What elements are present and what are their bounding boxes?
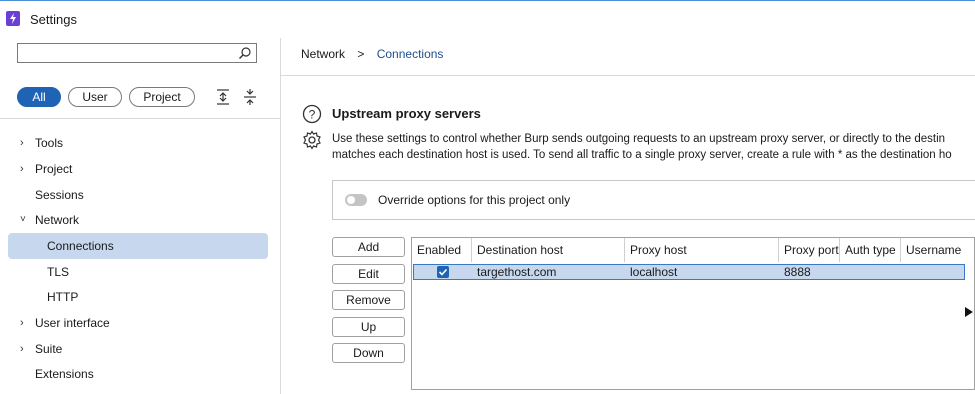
column-header-destination-host[interactable]: Destination host <box>472 238 625 262</box>
search-input[interactable] <box>17 43 257 63</box>
sidebar-item-label: Suite <box>35 342 63 356</box>
section-title: Upstream proxy servers <box>332 106 481 121</box>
sidebar-item-http[interactable]: HTTP <box>0 284 280 310</box>
expand-all-icon[interactable] <box>215 88 231 106</box>
chevron-right-icon: › <box>20 137 24 149</box>
burp-logo-icon <box>6 11 20 26</box>
section-description-line: matches each destination host is used. T… <box>332 149 952 161</box>
enabled-checkbox[interactable] <box>437 266 449 278</box>
gear-icon[interactable] <box>302 130 322 150</box>
breadcrumb: Network > Connections <box>301 47 443 61</box>
title-bar: Settings <box>0 0 975 38</box>
column-header-enabled[interactable]: Enabled <box>412 238 472 262</box>
sidebar-item-label: User interface <box>35 316 110 330</box>
sidebar-item-label: Extensions <box>35 367 94 381</box>
sidebar-separator <box>0 118 280 119</box>
breadcrumb-parent[interactable]: Network <box>301 47 345 61</box>
up-button[interactable]: Up <box>332 317 405 337</box>
override-label: Override options for this project only <box>378 193 571 207</box>
sidebar-item-label: TLS <box>47 265 70 279</box>
down-button[interactable]: Down <box>332 343 405 363</box>
column-header-username[interactable]: Username <box>901 238 974 262</box>
sidebar-item-network[interactable]: ˅ Network <box>0 207 280 233</box>
column-header-auth-type[interactable]: Auth type <box>840 238 901 262</box>
chevron-down-icon: ˅ <box>20 214 26 225</box>
sidebar-item-label: Project <box>35 162 73 176</box>
sidebar-item-tls[interactable]: TLS <box>0 259 280 285</box>
column-header-proxy-host[interactable]: Proxy host <box>625 238 779 262</box>
header-separator <box>281 75 975 76</box>
search-icon[interactable] <box>238 46 252 60</box>
add-button[interactable]: Add <box>332 237 405 257</box>
breadcrumb-current: Connections <box>376 47 444 61</box>
chevron-right-icon: › <box>20 317 24 329</box>
sidebar-item-label: Tools <box>35 136 64 150</box>
svg-text:?: ? <box>309 108 316 122</box>
filter-all-button[interactable]: All <box>17 87 61 107</box>
cell-destination-host: targethost.com <box>477 265 557 279</box>
sidebar-item-label: HTTP <box>47 290 79 304</box>
help-icon[interactable]: ? <box>302 104 322 124</box>
section-description-line: Use these settings to control whether Bu… <box>332 133 946 145</box>
chevron-right-icon: › <box>20 343 24 355</box>
window-title: Settings <box>30 12 77 27</box>
sidebar-item-suite[interactable]: › Suite <box>0 336 280 362</box>
sidebar-item-label: Connections <box>47 239 114 253</box>
chevron-right-icon: › <box>20 163 24 175</box>
breadcrumb-separator: > <box>357 47 365 61</box>
sidebar-item-connections[interactable]: Connections <box>0 233 280 259</box>
sidebar-item-label: Network <box>35 213 80 227</box>
proxy-rules-table[interactable]: Enabled Destination host Proxy host Prox… <box>411 237 975 390</box>
sidebar-item-user-interface[interactable]: › User interface <box>0 310 280 336</box>
sidebar-item-label: Sessions <box>35 188 84 202</box>
filter-project-button[interactable]: Project <box>129 87 195 107</box>
sidebar-divider <box>280 38 281 394</box>
sidebar-item-project[interactable]: › Project <box>0 156 280 182</box>
sidebar-item-extensions[interactable]: Extensions <box>0 361 280 387</box>
edit-button[interactable]: Edit <box>332 264 405 284</box>
remove-button[interactable]: Remove <box>332 290 405 310</box>
sidebar-item-sessions[interactable]: Sessions <box>0 182 280 208</box>
toggle-knob <box>347 196 355 204</box>
filter-user-button[interactable]: User <box>68 87 122 107</box>
cell-proxy-host: localhost <box>630 265 678 279</box>
collapse-all-icon[interactable] <box>242 88 258 106</box>
column-header-proxy-port[interactable]: Proxy port <box>779 238 840 262</box>
cell-proxy-port: 8888 <box>784 265 811 279</box>
scroll-right-arrow-icon[interactable] <box>965 307 973 317</box>
sidebar-item-tools[interactable]: › Tools <box>0 130 280 156</box>
